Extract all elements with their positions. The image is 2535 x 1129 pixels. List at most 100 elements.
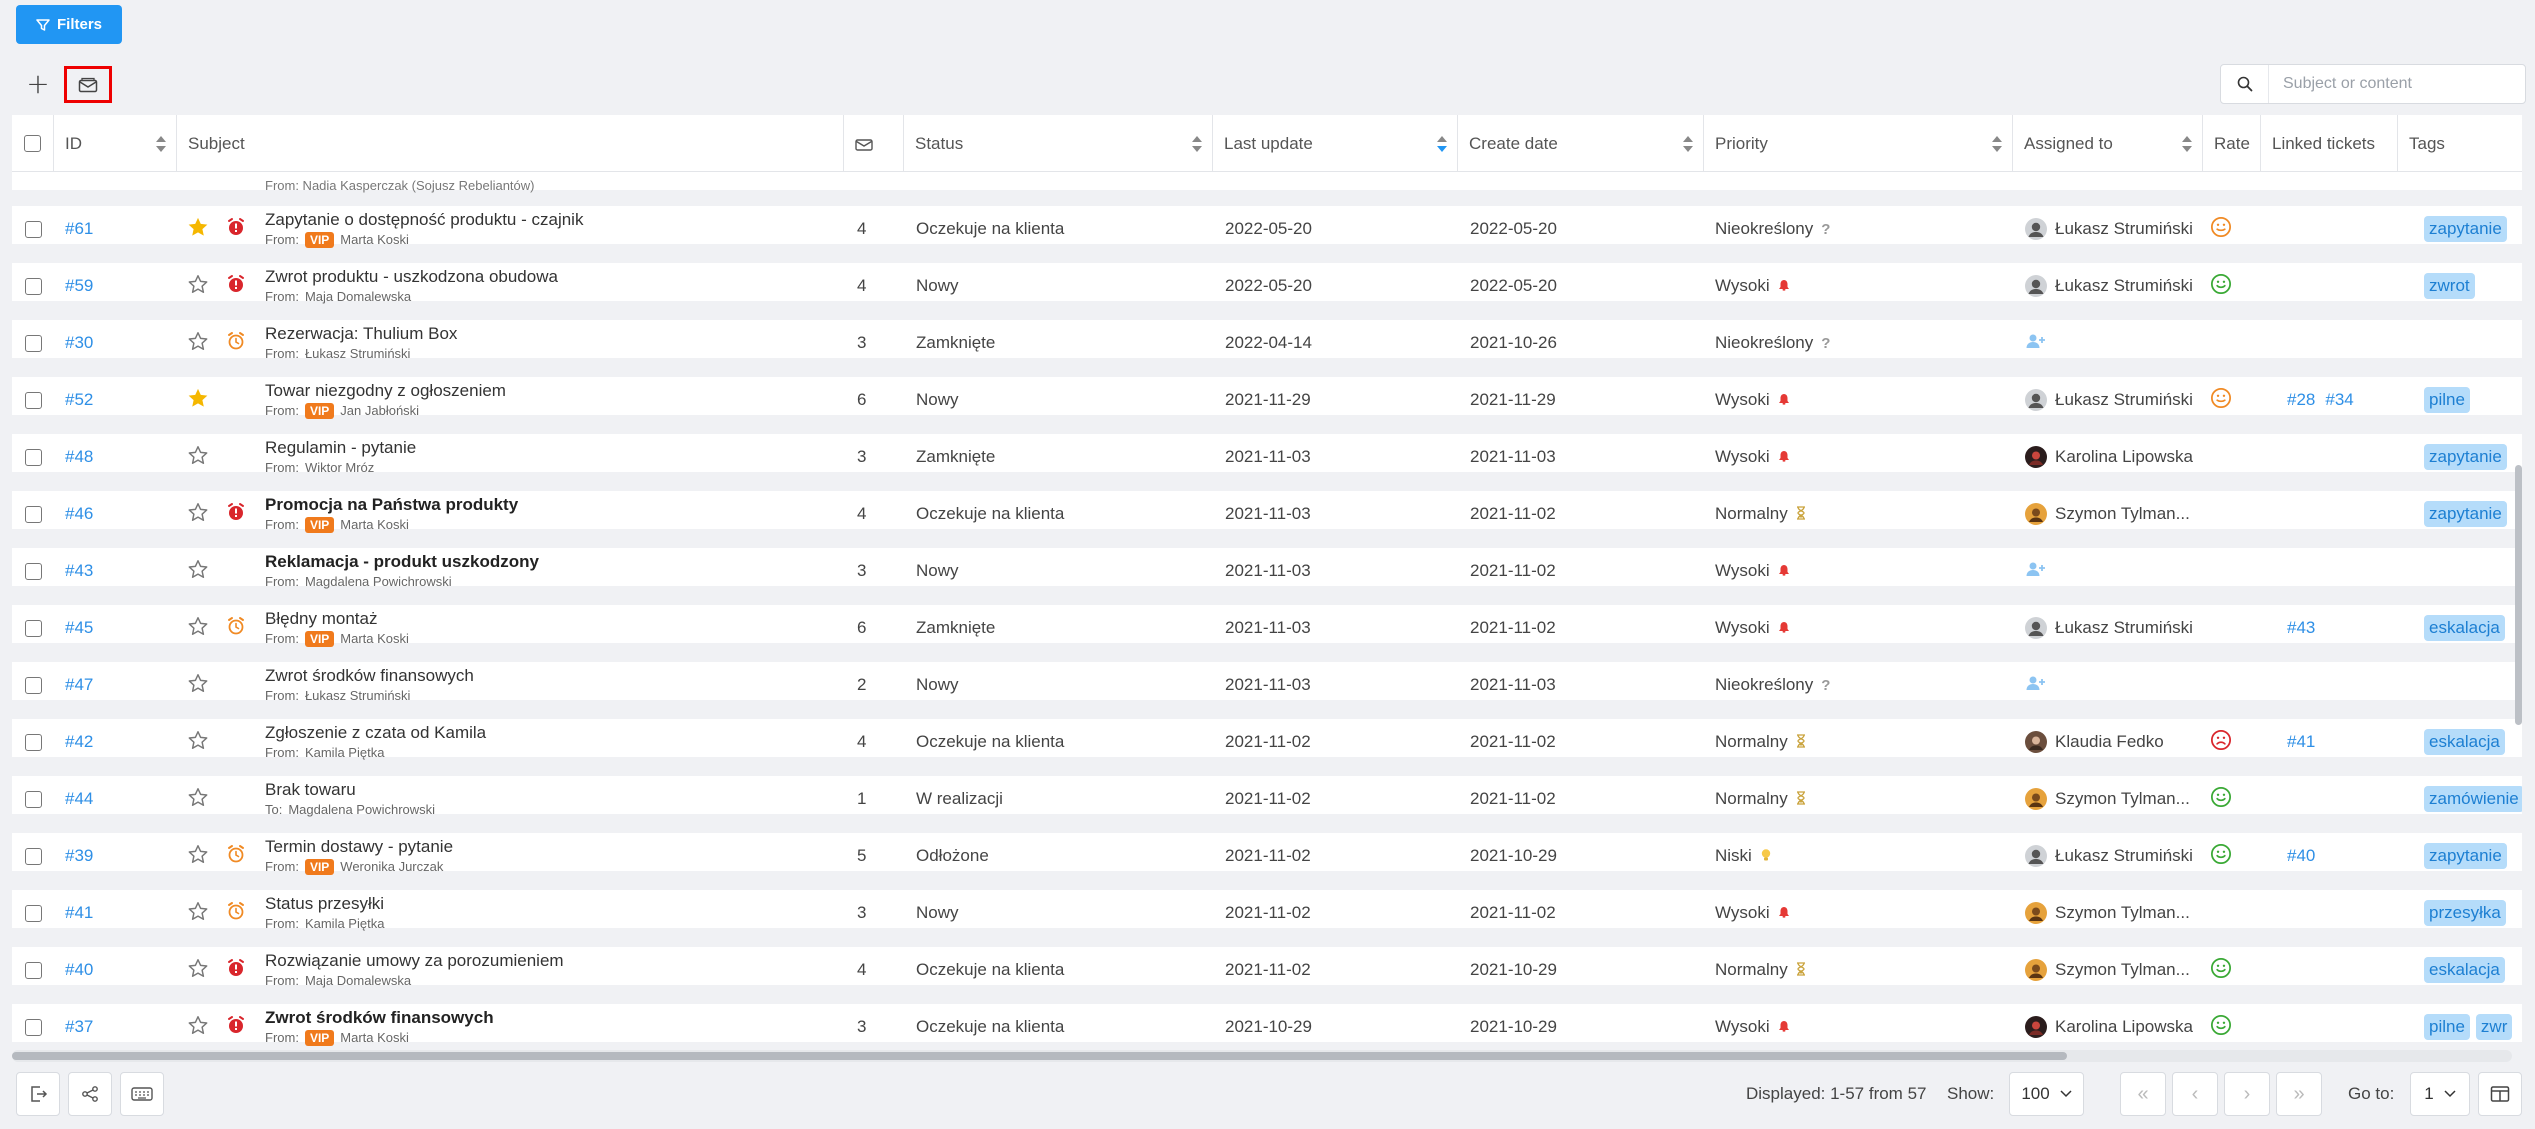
add-ticket-button[interactable]: + <box>24 70 52 98</box>
ticket-id-link[interactable]: #61 <box>65 219 93 239</box>
assign-user-icon[interactable] <box>2025 674 2047 697</box>
tag-badge[interactable]: eskalacja <box>2424 729 2505 755</box>
row-checkbox[interactable] <box>24 448 42 466</box>
subject-cell[interactable]: Status przesyłki From: Kamila Piętka <box>265 890 835 936</box>
linked-ticket-link[interactable]: #40 <box>2287 846 2315 866</box>
linked-ticket-link[interactable]: #34 <box>2325 390 2353 410</box>
subject-cell[interactable]: Promocja na Państwa produkty From: VIP Mart… <box>265 491 835 537</box>
header-subject[interactable]: Subject <box>177 115 844 172</box>
ticket-id-link[interactable]: #40 <box>65 960 93 980</box>
tag-badge[interactable]: pilne <box>2424 387 2470 413</box>
tag-badge[interactable]: zapytanie <box>2424 501 2507 527</box>
table-row[interactable]: #44 Brak towaru To: Magdalena Powichrowski 1… <box>12 776 2522 822</box>
ticket-id-link[interactable]: #30 <box>65 333 93 353</box>
assign-user-icon[interactable] <box>2025 560 2047 583</box>
table-row[interactable]: #61 Zapytanie o dostępność produktu - cza… <box>12 206 2522 252</box>
tag-badge[interactable]: zwr <box>2475 1014 2513 1040</box>
ticket-id-link[interactable]: #45 <box>65 618 93 638</box>
subject-cell[interactable]: Zgłoszenie z czata od Kamila From: Kamila … <box>265 719 835 765</box>
search-icon[interactable] <box>2221 65 2269 103</box>
assign-user-icon[interactable] <box>2025 332 2047 355</box>
subject-cell[interactable]: Błędny montaż From: VIP Marta Koski <box>265 605 835 651</box>
row-checkbox[interactable] <box>24 961 42 979</box>
export-button[interactable] <box>16 1072 60 1116</box>
table-row[interactable]: #46 Promocja na Państwa produkty From: VIP M… <box>12 491 2522 537</box>
header-tags[interactable]: Tags <box>2398 115 2522 172</box>
ticket-id-link[interactable]: #47 <box>65 675 93 695</box>
table-row[interactable]: #30 Rezerwacja: Thulium Box From: Łukasz St… <box>12 320 2522 366</box>
tag-badge[interactable]: zapytanie <box>2424 843 2507 869</box>
star-button[interactable] <box>187 377 215 423</box>
star-button[interactable] <box>187 263 215 309</box>
row-checkbox[interactable] <box>24 847 42 865</box>
star-button[interactable] <box>187 833 215 879</box>
tag-badge[interactable]: eskalacja <box>2424 957 2505 983</box>
subject-cell[interactable]: Regulamin - pytanie From: Wiktor Mróz <box>265 434 835 480</box>
star-button[interactable] <box>187 719 215 765</box>
row-checkbox[interactable] <box>24 334 42 352</box>
table-row[interactable]: #37 Zwrot środków finansowych From: VIP Mart… <box>12 1004 2522 1050</box>
row-checkbox[interactable] <box>24 391 42 409</box>
table-row-partial[interactable]: From: Nadia Kasperczak (Sojusz Rebeliant… <box>12 172 2522 198</box>
subject-cell[interactable]: Zwrot środków finansowych From: Łukasz Str… <box>265 662 835 708</box>
columns-layout-button[interactable] <box>2478 1072 2522 1116</box>
tag-badge[interactable]: przesyłka <box>2424 900 2506 926</box>
ticket-id-link[interactable]: #37 <box>65 1017 93 1037</box>
tag-badge[interactable]: zamówienie <box>2424 786 2522 812</box>
subject-cell[interactable]: Reklamacja - produkt uszkodzony From: Magd… <box>265 548 835 594</box>
table-row[interactable]: #47 Zwrot środków finansowych From: Łukasz … <box>12 662 2522 708</box>
table-row[interactable]: #43 Reklamacja - produkt uszkodzony From: M… <box>12 548 2522 594</box>
vertical-scroll-thumb[interactable] <box>2515 465 2522 725</box>
subject-cell[interactable]: Zapytanie o dostępność produktu - czajni… <box>265 206 835 252</box>
tag-badge[interactable]: zapytanie <box>2424 216 2507 242</box>
table-row[interactable]: #41 Status przesyłki From: Kamila Piętka 3 No… <box>12 890 2522 936</box>
ticket-id-link[interactable]: #59 <box>65 276 93 296</box>
row-checkbox[interactable] <box>24 1018 42 1036</box>
subject-cell[interactable]: Termin dostawy - pytanie From: VIP Weronika… <box>265 833 835 879</box>
star-button[interactable] <box>187 434 215 480</box>
table-row[interactable]: #45 Błędny montaż From: VIP Marta Koski 6 Zamk… <box>12 605 2522 651</box>
header-assigned-to[interactable]: Assigned to <box>2013 115 2203 172</box>
tag-badge[interactable]: pilne <box>2424 1014 2470 1040</box>
star-button[interactable] <box>187 662 215 708</box>
ticket-id-link[interactable]: #43 <box>65 561 93 581</box>
star-button[interactable] <box>187 947 215 993</box>
ticket-id-link[interactable]: #48 <box>65 447 93 467</box>
star-button[interactable] <box>187 890 215 936</box>
previous-page-button[interactable]: ‹ <box>2172 1072 2218 1116</box>
ticket-id-link[interactable]: #44 <box>65 789 93 809</box>
subject-cell[interactable]: Rezerwacja: Thulium Box From: Łukasz Strum… <box>265 320 835 366</box>
row-checkbox[interactable] <box>24 733 42 751</box>
keyboard-shortcuts-button[interactable] <box>120 1072 164 1116</box>
tag-badge[interactable]: zwrot <box>2424 273 2475 299</box>
mail-view-button[interactable] <box>64 66 112 103</box>
header-create-date[interactable]: Create date <box>1458 115 1704 172</box>
ticket-id-link[interactable]: #52 <box>65 390 93 410</box>
star-button[interactable] <box>187 605 215 651</box>
next-page-button[interactable]: › <box>2224 1072 2270 1116</box>
linked-ticket-link[interactable]: #28 <box>2287 390 2315 410</box>
star-button[interactable] <box>187 320 215 366</box>
row-checkbox[interactable] <box>24 676 42 694</box>
star-button[interactable] <box>187 548 215 594</box>
tag-badge[interactable]: zapytanie <box>2424 444 2507 470</box>
row-checkbox[interactable] <box>24 904 42 922</box>
tag-badge[interactable]: eskalacja <box>2424 615 2505 641</box>
row-checkbox[interactable] <box>24 220 42 238</box>
header-priority[interactable]: Priority <box>1704 115 2013 172</box>
subject-cell[interactable]: Rozwiązanie umowy za porozumieniem From: M… <box>265 947 835 993</box>
page-size-select[interactable]: 100 <box>2009 1072 2084 1116</box>
table-row[interactable]: #39 Termin dostawy - pytanie From: VIP Weron… <box>12 833 2522 879</box>
row-checkbox[interactable] <box>24 505 42 523</box>
horizontal-scrollbar[interactable] <box>12 1050 2512 1062</box>
search-input[interactable] <box>2269 75 2519 93</box>
ticket-id-link[interactable]: #46 <box>65 504 93 524</box>
header-last-update[interactable]: Last update <box>1213 115 1458 172</box>
table-row[interactable]: #48 Regulamin - pytanie From: Wiktor Mróz 3 Z… <box>12 434 2522 480</box>
last-page-button[interactable]: » <box>2276 1072 2322 1116</box>
header-linked-tickets[interactable]: Linked tickets <box>2261 115 2398 172</box>
linked-ticket-link[interactable]: #43 <box>2287 618 2315 638</box>
ticket-id-link[interactable]: #41 <box>65 903 93 923</box>
header-messages[interactable] <box>844 115 904 172</box>
star-button[interactable] <box>187 776 215 822</box>
